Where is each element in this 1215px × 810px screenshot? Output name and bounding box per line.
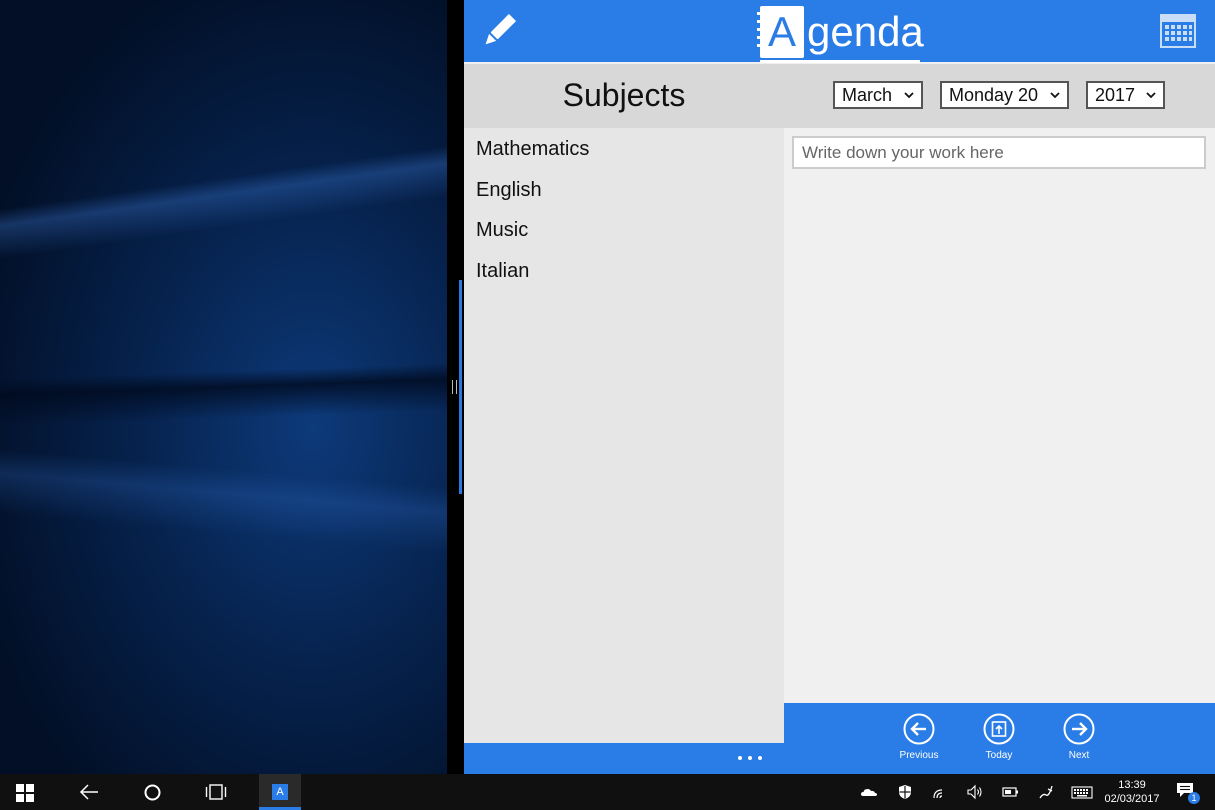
app-logo: A genda: [757, 6, 924, 62]
cortana-button[interactable]: [130, 774, 174, 810]
taskbar-clock[interactable]: 13:39 02/03/2017: [1100, 778, 1164, 806]
today-button[interactable]: Today: [969, 713, 1029, 771]
next-label: Next: [1068, 750, 1090, 761]
snap-splitter-highlight: [459, 280, 462, 494]
cortana-circle-icon: [144, 784, 161, 801]
chevron-down-icon: [904, 92, 914, 99]
previous-label: Previous: [899, 750, 939, 761]
agenda-app-window: A genda Subjects March Monday 20 2017 Ma…: [464, 0, 1215, 774]
keyboard-icon[interactable]: [1071, 784, 1093, 800]
chevron-down-icon: [1050, 92, 1060, 99]
more-dots-icon[interactable]: [738, 751, 762, 765]
today-label: Today: [985, 750, 1013, 761]
arrow-right-circle-icon: [1063, 713, 1095, 745]
subjects-footer-bar: [464, 743, 784, 774]
logo-text: genda: [807, 8, 924, 55]
logo-letter: A: [767, 8, 796, 55]
snap-splitter-grip[interactable]: [452, 380, 457, 394]
back-arrow-icon: [79, 784, 98, 800]
start-button[interactable]: [0, 774, 50, 810]
calendar-icon[interactable]: [1160, 14, 1196, 48]
subject-item-italian[interactable]: Italian: [464, 250, 784, 291]
taskbar-agenda-app[interactable]: A: [259, 774, 301, 810]
clock-date: 02/03/2017: [1104, 793, 1160, 805]
work-panel: [784, 128, 1215, 703]
pen-workspace-icon[interactable]: [1037, 784, 1055, 800]
agenda-app-icon: A: [272, 784, 288, 800]
subject-item-mathematics[interactable]: Mathematics: [464, 128, 784, 169]
next-button[interactable]: Next: [1049, 713, 1109, 771]
app-header: A genda: [464, 0, 1215, 63]
task-view-button[interactable]: [194, 774, 238, 810]
shield-icon[interactable]: [896, 784, 914, 800]
previous-button[interactable]: Previous: [889, 713, 949, 771]
onedrive-icon[interactable]: [860, 784, 878, 800]
battery-icon[interactable]: [1001, 784, 1019, 800]
subject-item-english[interactable]: English: [464, 169, 784, 210]
date-nav-bar: Previous Today Next: [784, 703, 1215, 774]
back-button[interactable]: [66, 774, 110, 810]
month-select-value: March: [842, 85, 893, 105]
pencil-icon[interactable]: [478, 10, 520, 52]
action-center-button[interactable]: 1: [1176, 782, 1200, 804]
volume-icon[interactable]: [966, 784, 984, 800]
work-input[interactable]: [792, 136, 1206, 169]
day-select[interactable]: Monday 20: [940, 81, 1069, 109]
windows-logo-icon: [16, 784, 34, 802]
year-select-value: 2017: [1095, 85, 1136, 105]
subject-item-music[interactable]: Music: [464, 209, 784, 250]
taskbar: A 13:39 02/03/2017 1: [0, 774, 1215, 810]
arrow-left-circle-icon: [903, 713, 935, 745]
wifi-icon[interactable]: [932, 784, 950, 800]
today-circle-icon: [983, 713, 1015, 745]
chevron-down-icon: [1146, 92, 1156, 99]
subjects-list: Mathematics English Music Italian: [464, 128, 784, 743]
desktop-wallpaper: [0, 0, 447, 774]
year-select[interactable]: 2017: [1086, 81, 1165, 109]
subjects-title: Subjects: [562, 77, 686, 113]
logo-underline: [760, 60, 920, 63]
month-select[interactable]: March: [833, 81, 923, 109]
clock-time: 13:39: [1118, 779, 1146, 791]
date-toolbar: Subjects March Monday 20 2017: [464, 64, 1215, 128]
logo-notebook-icon: A: [757, 6, 804, 58]
day-select-value: Monday 20: [949, 85, 1039, 105]
notification-badge: 1: [1188, 792, 1200, 804]
task-view-icon: [205, 784, 227, 800]
